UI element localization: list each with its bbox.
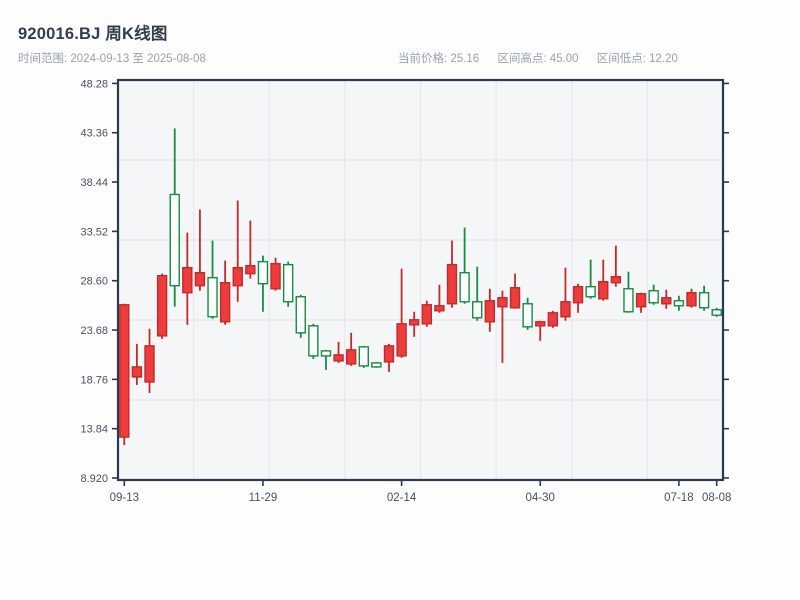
candle-body <box>396 323 407 357</box>
candle-body <box>673 300 685 307</box>
candle-body <box>497 297 508 308</box>
candle-body <box>484 300 496 323</box>
candle-body <box>472 301 483 319</box>
candle-body <box>610 275 622 284</box>
candle-up <box>156 273 168 339</box>
y-tick-label: 8.920 <box>80 473 108 485</box>
candle-body <box>698 292 710 309</box>
candle-body <box>598 281 609 300</box>
y-tick-label: 23.68 <box>80 325 108 337</box>
range-low-label: 区间低点: 12.20 <box>596 53 678 65</box>
candle-body <box>320 350 332 357</box>
y-tick-label: 48.28 <box>80 78 108 90</box>
candle-body <box>560 301 571 318</box>
candle-body <box>219 282 231 323</box>
candle-up <box>119 303 130 446</box>
y-tick-label: 38.44 <box>80 177 108 189</box>
x-tick-label: 02-14 <box>387 492 417 504</box>
candle-body <box>547 312 559 327</box>
candle-down <box>371 361 382 368</box>
candle-down <box>282 261 294 307</box>
candle-down <box>308 323 319 359</box>
y-tick-label: 28.60 <box>80 276 108 288</box>
y-tick-label: 18.76 <box>80 374 108 386</box>
price-stats: 当前价格: 25.16 区间高点: 45.00 区间低点: 12.20 <box>398 50 693 66</box>
candle-body <box>232 266 243 287</box>
candle-body <box>635 293 647 308</box>
candle-down <box>358 345 369 368</box>
candle-body <box>371 362 382 368</box>
candle-body <box>194 271 206 287</box>
y-tick-label: 13.84 <box>80 424 108 436</box>
x-tick-label: 09-13 <box>110 492 139 504</box>
candle-body <box>421 304 433 325</box>
candle-down <box>295 294 306 338</box>
candle-body <box>270 262 281 290</box>
candle-body <box>119 304 130 438</box>
candle-body <box>509 287 521 309</box>
candle-body <box>282 263 294 303</box>
candle-body <box>295 296 306 334</box>
candle-body <box>686 292 697 307</box>
candle-body <box>408 319 420 326</box>
x-tick-label: 08-08 <box>702 492 731 504</box>
candle-body <box>182 266 193 294</box>
candle-body <box>383 345 395 363</box>
candle-body <box>572 286 584 304</box>
candle-body <box>711 309 722 316</box>
candle-body <box>345 349 357 365</box>
candle-body <box>585 286 596 298</box>
kline-chart-page: 920016.BJ 周K线图 时间范围: 2024-09-13 至 2025-0… <box>0 0 800 600</box>
page-title: 920016.BJ 周K线图 <box>18 25 168 43</box>
y-tick-label: 33.52 <box>80 226 108 238</box>
candle-up <box>421 300 433 327</box>
candle-body <box>308 325 319 357</box>
range-high-label: 区间高点: 45.00 <box>497 53 579 65</box>
candle-body <box>661 297 672 305</box>
candle-body <box>144 345 155 383</box>
candle-body <box>358 346 369 367</box>
candle-body <box>459 271 470 303</box>
candle-body <box>169 193 180 287</box>
candle-down <box>711 307 722 317</box>
current-price-label: 当前价格: 25.16 <box>398 53 480 65</box>
candle-body <box>131 366 143 378</box>
candle-body <box>522 303 533 328</box>
candle-body <box>257 260 269 285</box>
candle-body <box>333 354 344 362</box>
x-tick-label: 07-18 <box>664 492 693 504</box>
candle-body <box>535 321 546 327</box>
x-tick-label: 11-29 <box>249 492 278 504</box>
candle-body <box>434 305 445 312</box>
candle-up <box>547 310 559 328</box>
date-range-label: 时间范围: 2024-09-13 至 2025-08-08 <box>18 53 206 65</box>
candle-body <box>156 274 168 337</box>
y-tick-label: 43.36 <box>80 128 108 140</box>
candle-body <box>623 288 634 313</box>
candle-body <box>207 276 218 318</box>
x-tick-label: 04-30 <box>526 492 555 504</box>
candle-body <box>245 264 256 275</box>
candle-body <box>446 263 458 305</box>
candlestick-chart: 48.28 43.36 38.44 33.52 28.60 23.68 18.76 13.84… <box>80 78 731 504</box>
candle-body <box>648 290 659 304</box>
